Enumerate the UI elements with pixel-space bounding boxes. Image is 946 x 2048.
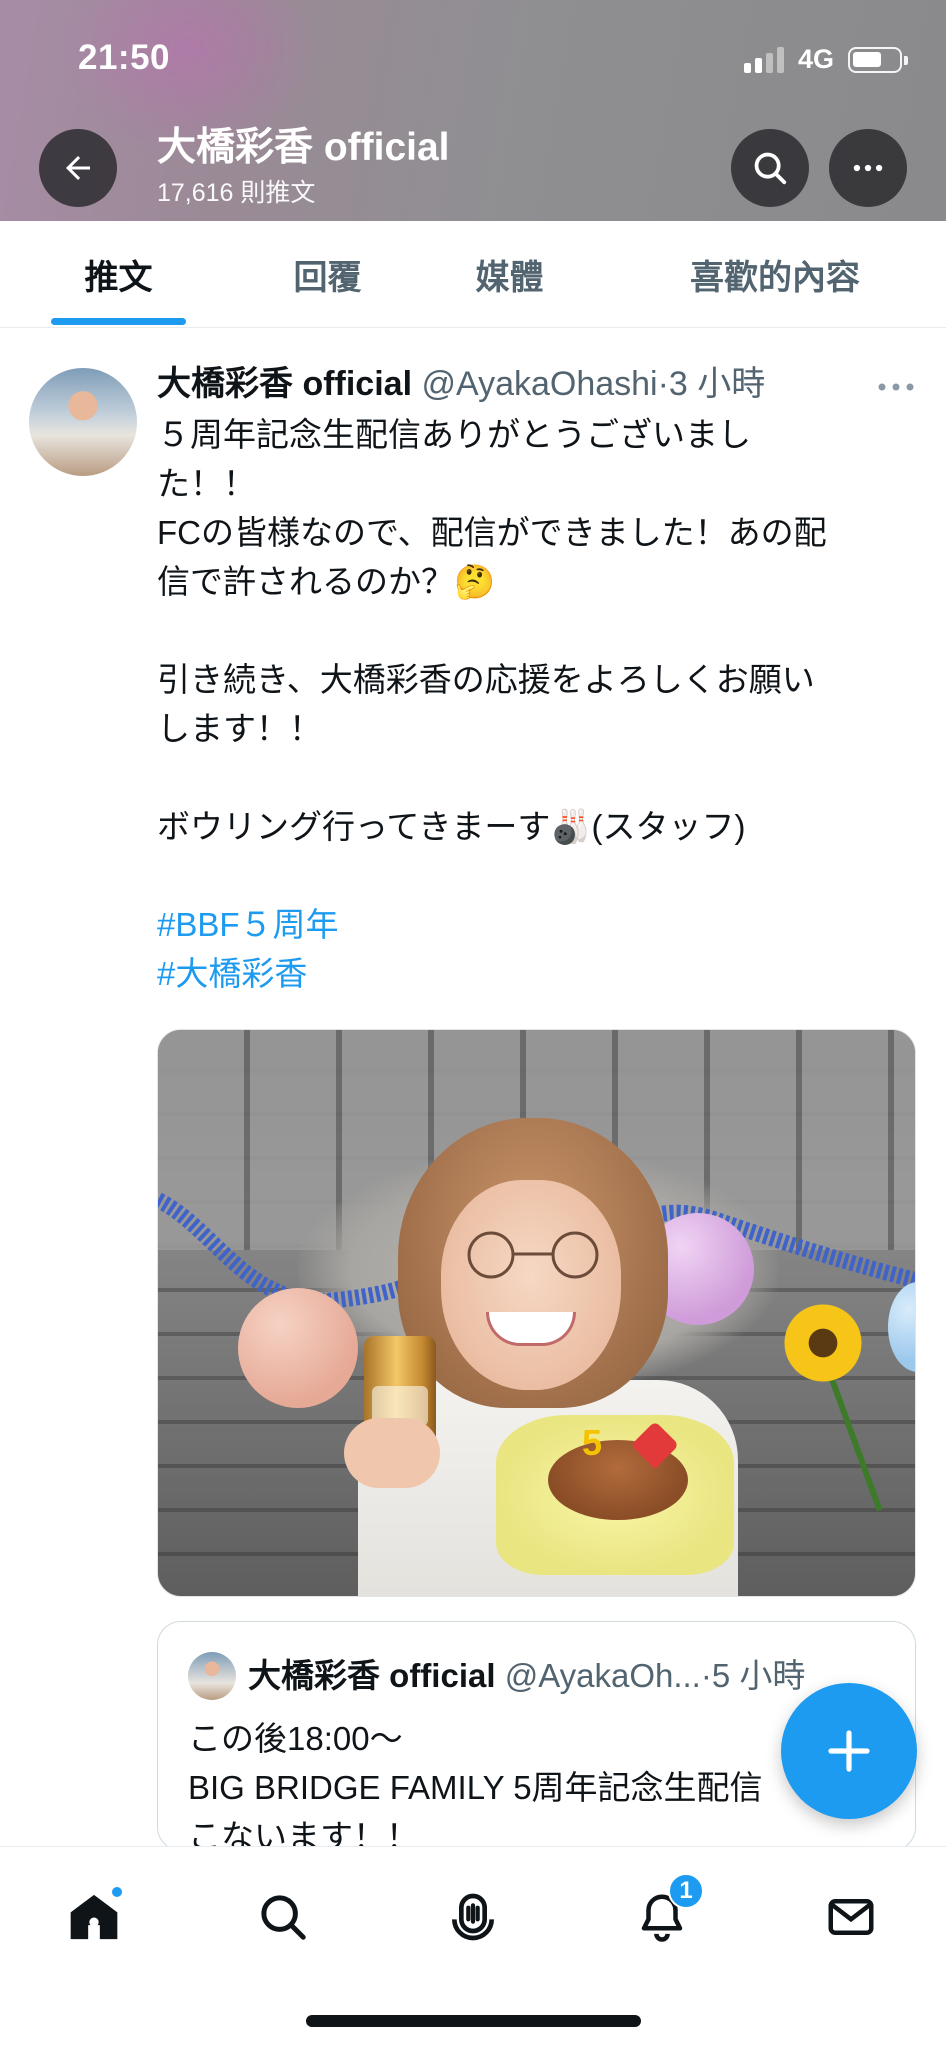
profile-header: 21:50 4G 大橋彩香 official 17,616 則推文 — [0, 0, 946, 221]
header-title: 大橋彩香 official 17,616 則推文 — [157, 126, 450, 209]
nav-spaces[interactable] — [433, 1877, 513, 1957]
tweet-line — [157, 606, 917, 655]
back-arrow-icon — [66, 156, 90, 180]
tweet-handle[interactable]: @AyakaOhashi — [421, 365, 657, 403]
hashtag-link[interactable]: #BBF５周年 — [157, 900, 917, 949]
quote-avatar — [188, 1652, 236, 1700]
status-indicators: 4G — [743, 44, 908, 75]
tweet-line: します！！ — [157, 710, 322, 747]
active-tab-indicator — [51, 318, 186, 325]
profile-name: 大橋彩香 official — [157, 126, 450, 169]
hashtag-link[interactable]: #大橋彩香 — [157, 949, 917, 998]
tweet-line — [157, 753, 917, 802]
tweet-line: FCの皆様なので、配信ができました！あの配 — [157, 514, 827, 551]
nav-search[interactable] — [243, 1877, 323, 1957]
person-hand — [344, 1418, 440, 1488]
tweet-line: ５周年記念生配信ありがとうございまし — [157, 416, 751, 453]
profile-tabs: 推文 回覆 媒體 喜歡的內容 — [0, 221, 946, 328]
pink-balloon — [238, 1288, 358, 1408]
tweet-photo[interactable]: 5 — [157, 1029, 916, 1597]
tweet-line: ボウリング行ってきまーす🎳(スタッフ) — [157, 808, 746, 845]
tweet-more-button[interactable] — [876, 380, 916, 398]
avatar[interactable] — [29, 368, 137, 476]
tweet-time: ·3 小時 — [657, 365, 766, 403]
search-icon — [754, 152, 787, 185]
status-time: 21:50 — [78, 38, 171, 77]
home-indicator — [306, 2015, 641, 2027]
sunflower — [778, 1298, 868, 1388]
more-icon — [878, 383, 914, 391]
tweet-header: 大橋彩香 official @AyakaOhashi·3 小時 — [157, 360, 765, 408]
tweet-count: 17,616 則推文 — [157, 178, 316, 207]
quote-time: ·5 小時 — [700, 1657, 806, 1694]
messages-icon — [828, 1899, 874, 1935]
tab-media[interactable]: 媒體 — [442, 221, 577, 328]
tweet-text: ５周年記念生配信ありがとうございまし た！！ FCの皆様なので、配信ができました… — [157, 410, 917, 998]
quote-display-name: 大橋彩香 official — [248, 1657, 496, 1694]
tweet-line: 引き続き、大橋彩香の応援をよろしくお願い — [157, 661, 815, 698]
compose-tweet-button[interactable] — [781, 1683, 917, 1819]
notification-badge: 1 — [668, 1873, 704, 1909]
plus-icon — [828, 1730, 870, 1772]
number-candle: 5 — [582, 1422, 603, 1463]
tweet-line: 信で許されるのか？🤔 — [157, 563, 496, 600]
tab-likes[interactable]: 喜歡的內容 — [655, 221, 895, 328]
signal-icon — [743, 46, 784, 73]
quote-header: 大橋彩香 official @AyakaOh...·5 小時 — [248, 1652, 805, 1700]
tweet-line: た！！ — [157, 465, 256, 502]
more-button[interactable] — [829, 129, 907, 207]
battery-icon — [848, 46, 908, 73]
glasses — [467, 1231, 599, 1279]
home-unread-dot — [110, 1885, 124, 1899]
back-button[interactable] — [39, 129, 117, 207]
tab-tweets[interactable]: 推文 — [51, 221, 186, 328]
tweet-line — [157, 851, 917, 900]
search-button[interactable] — [731, 129, 809, 207]
more-icon — [853, 164, 883, 172]
search-icon — [261, 1895, 306, 1940]
tweet-display-name[interactable]: 大橋彩香 official — [157, 365, 412, 403]
network-label: 4G — [797, 44, 834, 74]
nav-home[interactable] — [54, 1877, 134, 1957]
nav-messages[interactable] — [811, 1877, 891, 1957]
nav-notifications[interactable]: 1 — [622, 1873, 704, 1957]
spaces-icon — [452, 1893, 494, 1941]
bottom-nav: 1 — [0, 1846, 946, 2048]
tab-replies[interactable]: 回覆 — [260, 221, 395, 328]
quote-handle: @AyakaOh... — [504, 1657, 701, 1694]
person-face — [441, 1180, 621, 1390]
